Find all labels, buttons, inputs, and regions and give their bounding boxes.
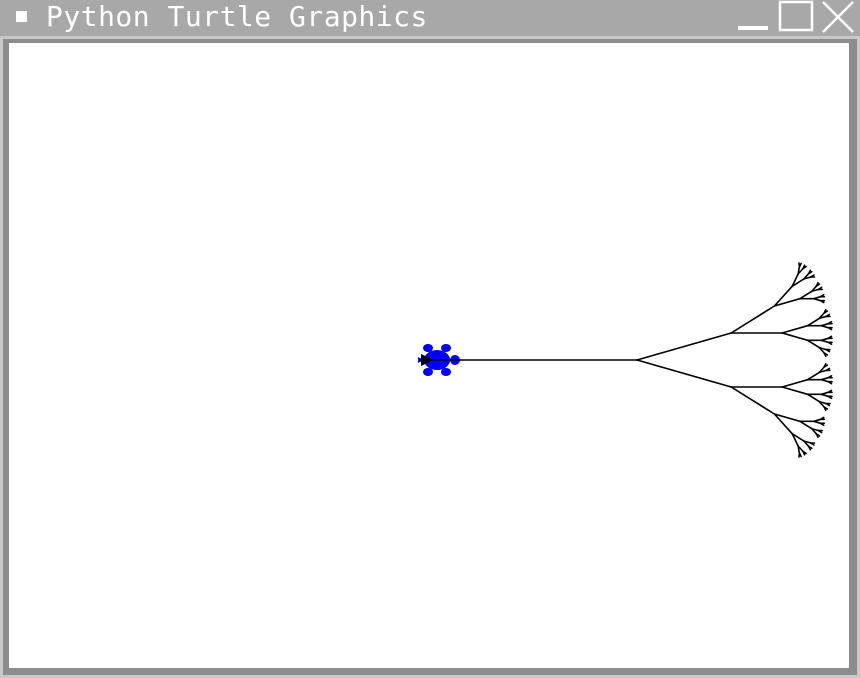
tree-branch <box>781 386 809 396</box>
tree-branch <box>820 378 830 383</box>
tree-branch <box>799 290 813 300</box>
turtle-icon[interactable] <box>418 344 461 376</box>
minimize-icon[interactable] <box>734 0 772 34</box>
tree-branch <box>820 324 830 329</box>
tree-branch <box>812 420 822 425</box>
maximize-icon[interactable] <box>777 0 815 34</box>
tree-branch <box>806 339 821 349</box>
window-menu-icon[interactable] <box>16 11 27 22</box>
tree-branch <box>820 339 830 344</box>
tree-branch <box>820 393 830 398</box>
turtle-canvas[interactable] <box>9 43 849 668</box>
tree-branch <box>636 359 733 388</box>
tree-branch <box>812 297 822 302</box>
drawing-layer <box>418 262 833 458</box>
tree-branch <box>806 371 821 381</box>
turtle-window: Python Turtle Graphics <box>0 0 860 678</box>
tree-branch <box>799 420 813 430</box>
tree-branch <box>781 378 809 388</box>
tree-branch <box>636 332 733 361</box>
tree-branch <box>730 386 776 415</box>
tree-branch <box>781 324 809 334</box>
fractal-tree <box>448 262 833 458</box>
close-icon[interactable] <box>818 0 858 34</box>
tree-branch <box>806 317 821 327</box>
tree-branch <box>781 332 809 342</box>
window-title: Python Turtle Graphics <box>46 0 428 33</box>
tree-branch <box>730 305 776 334</box>
tree-branch <box>806 393 821 403</box>
title-bar[interactable]: Python Turtle Graphics <box>0 0 860 36</box>
